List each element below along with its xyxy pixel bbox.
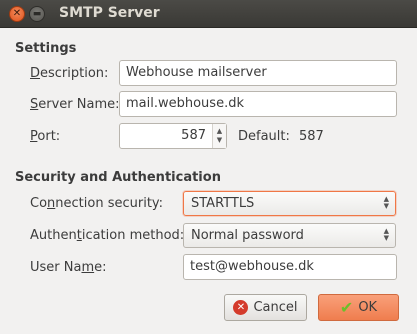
ok-button-label: OK bbox=[358, 300, 378, 315]
title-bar: ✕ ▬ SMTP Server bbox=[0, 0, 417, 28]
description-label-text: escription: bbox=[40, 66, 109, 81]
description-input[interactable]: Webhouse mailserver bbox=[119, 60, 397, 86]
user-name-input[interactable]: test@webhouse.dk bbox=[183, 254, 397, 280]
auth-method-label-pre: Authen bbox=[30, 228, 77, 243]
port-label: Port: bbox=[30, 129, 60, 144]
server-name-label: Server Name: bbox=[30, 97, 120, 112]
settings-heading: Settings bbox=[15, 41, 77, 56]
port-label-text: ort: bbox=[37, 129, 61, 144]
port-spinbutton[interactable]: 587 ▲ ▼ bbox=[119, 123, 227, 149]
ok-button[interactable]: ✔ OK bbox=[318, 294, 399, 321]
chevron-updown-icon[interactable]: ▲ ▼ bbox=[384, 196, 389, 210]
cancel-icon: ✕ bbox=[233, 300, 249, 315]
user-name-label-mnemonic: m bbox=[81, 260, 95, 275]
description-label-mnemonic: D bbox=[30, 66, 41, 81]
window-title: SMTP Server bbox=[59, 5, 160, 21]
auth-method-label-rest: ication method: bbox=[81, 228, 185, 243]
close-icon[interactable]: ✕ bbox=[9, 6, 25, 22]
server-name-input[interactable]: mail.webhouse.dk bbox=[119, 91, 397, 117]
spin-down-icon[interactable]: ▼ bbox=[217, 136, 222, 145]
checkmark-icon: ✔ bbox=[339, 297, 354, 317]
port-value[interactable]: 587 bbox=[181, 128, 206, 143]
default-port-value: 587 bbox=[299, 129, 324, 144]
security-heading: Security and Authentication bbox=[15, 170, 221, 185]
server-name-label-text: erver Name: bbox=[38, 97, 120, 112]
user-name-label: User Name: bbox=[30, 260, 107, 275]
connection-security-value[interactable]: STARTTLS bbox=[191, 196, 254, 211]
port-spin-arrows[interactable]: ▲ ▼ bbox=[212, 124, 226, 148]
cancel-button-label: Cancel bbox=[253, 300, 298, 315]
cancel-button[interactable]: ✕ Cancel bbox=[224, 294, 307, 321]
auth-method-value[interactable]: Normal password bbox=[191, 228, 304, 243]
connection-security-label-pre: Co bbox=[30, 196, 48, 211]
chevron-updown-icon[interactable]: ▲ ▼ bbox=[384, 228, 389, 242]
default-port-label: Default: bbox=[238, 129, 290, 144]
connection-security-select[interactable]: STARTTLS ▲ ▼ bbox=[183, 191, 396, 216]
user-name-label-rest: e: bbox=[94, 260, 107, 275]
connection-security-label-rest: nection security: bbox=[55, 196, 164, 211]
auth-method-label: Authentication method: bbox=[30, 228, 184, 243]
connection-security-label: Connection security: bbox=[30, 196, 163, 211]
user-name-label-pre: User Na bbox=[30, 260, 82, 275]
description-label: Description: bbox=[30, 66, 108, 81]
spin-up-icon[interactable]: ▲ bbox=[217, 127, 222, 136]
auth-method-select[interactable]: Normal password ▲ ▼ bbox=[183, 223, 396, 248]
minimize-icon[interactable]: ▬ bbox=[29, 6, 45, 22]
